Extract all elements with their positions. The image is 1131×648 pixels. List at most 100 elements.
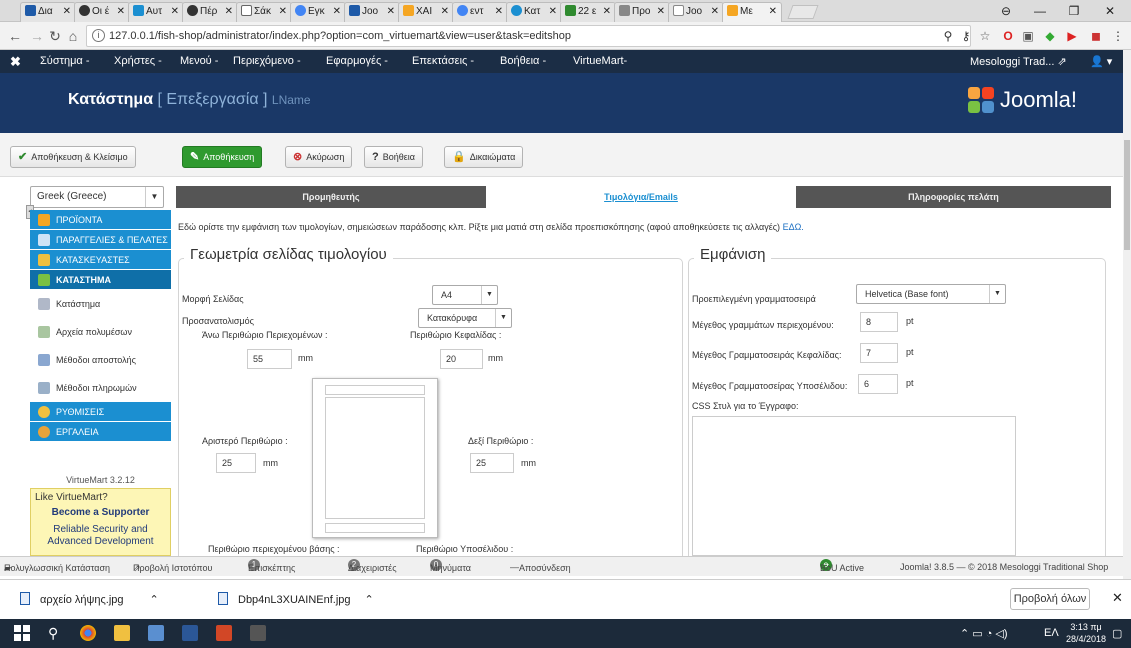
menu-icon[interactable]: ⋮	[1110, 28, 1126, 44]
maximize-icon[interactable]: ❐	[1058, 0, 1090, 22]
close-icon[interactable]: ✕	[279, 3, 287, 21]
sidebar-item-shipment[interactable]: Μέθοδοι αποστολής	[30, 346, 171, 374]
close-icon[interactable]: ✕	[387, 3, 395, 21]
tab-customer-info[interactable]: Πληροφορίες πελάτη	[796, 186, 1111, 208]
browser-tab[interactable]: Joo ✕	[344, 2, 400, 22]
chrome-icon[interactable]	[80, 625, 96, 641]
header-margin-input[interactable]: 20	[440, 349, 483, 369]
joomla-icon[interactable]: ✖	[10, 54, 21, 70]
zoom-icon[interactable]: ⚲	[940, 28, 956, 44]
close-icon[interactable]: ✕	[171, 3, 179, 21]
sidebar-item-payment[interactable]: Μέθοδοι πληρωμών	[30, 374, 171, 402]
tab-invoices[interactable]: Τιμολόγια/Emails	[486, 186, 796, 208]
browser-tab[interactable]: Αυτ ✕	[128, 2, 184, 22]
right-margin-input[interactable]: 25	[470, 453, 514, 473]
save-button[interactable]: ✎ Αποθήκευση	[182, 146, 263, 168]
back-icon[interactable]: ←	[6, 27, 24, 45]
windows-start-icon[interactable]	[14, 625, 30, 641]
close-icon[interactable]: ✕	[657, 3, 665, 21]
home-icon[interactable]: ⌂	[64, 27, 82, 45]
page-format-select[interactable]: A4 ▼	[432, 285, 498, 305]
notifications-icon[interactable]: ▢	[1112, 627, 1122, 640]
close-icon[interactable]: ✕	[769, 3, 777, 21]
tray-icons[interactable]: ⌃ ▭ ◔ ◁)	[960, 627, 1008, 640]
sidebar-item-shop[interactable]: ΚΑΤΑΣΤΗΜΑ	[30, 270, 171, 290]
logout-link[interactable]: — Αποσύνδεση	[510, 558, 571, 576]
show-all-downloads-button[interactable]: Προβολή όλων	[1010, 588, 1090, 610]
extension-icon[interactable]: ◼	[1088, 28, 1104, 44]
reload-icon[interactable]: ↻	[46, 27, 64, 45]
user-icon[interactable]: 👤 ▾	[1090, 55, 1112, 68]
app-icon[interactable]	[250, 625, 266, 641]
browser-tab[interactable]: Οι έ ✕	[74, 2, 130, 22]
menu-help[interactable]: Βοήθεια -	[500, 55, 546, 67]
site-link[interactable]: Mesologgi Trad... ⇗	[970, 55, 1067, 68]
become-supporter-link[interactable]: Become a Supporter	[31, 507, 170, 518]
browser-tab[interactable]: Joo ✕	[668, 2, 724, 22]
help-button[interactable]: ? Βοήθεια	[364, 146, 423, 168]
photos-icon[interactable]	[182, 625, 198, 641]
browser-tab-active[interactable]: Με ✕	[722, 2, 782, 22]
default-font-select[interactable]: Helvetica (Base font) ▼	[856, 284, 1006, 304]
sidebar-item-media[interactable]: Αρχεία πολυμέσων	[30, 318, 171, 346]
close-icon[interactable]: ✕	[333, 3, 341, 21]
browser-tab[interactable]: Προ ✕	[614, 2, 670, 22]
css-style-textarea[interactable]	[692, 416, 1016, 556]
new-tab-button[interactable]	[787, 5, 819, 19]
extension-icon[interactable]: ◆	[1042, 28, 1058, 44]
close-icon[interactable]: ✕	[495, 3, 503, 21]
browser-tab[interactable]: Εγκ ✕	[290, 2, 346, 22]
browser-tab[interactable]: Πέρ ✕	[182, 2, 238, 22]
menu-content[interactable]: Περιεχόμενο -	[233, 55, 301, 67]
close-window-icon[interactable]: ✕	[1094, 0, 1126, 22]
profile-icon[interactable]: ⊖	[990, 0, 1022, 22]
key-icon[interactable]: ⚷	[958, 28, 974, 44]
menu-virtuemart[interactable]: VirtueMart-	[573, 55, 627, 67]
browser-tab[interactable]: 22 ε ✕	[560, 2, 616, 22]
cancel-button[interactable]: ⊗ Ακύρωση	[285, 146, 353, 168]
info-icon[interactable]: i	[92, 29, 105, 42]
close-downloads-icon[interactable]: ✕	[1112, 590, 1123, 606]
browser-tab[interactable]: Σάκ ✕	[236, 2, 292, 22]
close-icon[interactable]: ✕	[117, 3, 125, 21]
file-explorer-icon[interactable]	[114, 625, 130, 641]
opera-icon[interactable]: O	[1000, 28, 1016, 44]
forward-icon[interactable]: →	[28, 27, 46, 45]
preview-link[interactable]: ΕΔΩ.	[783, 222, 804, 232]
browser-tab[interactable]: Δια ✕	[20, 2, 76, 22]
chevron-up-icon[interactable]: ⌃	[150, 594, 159, 606]
menu-extensions[interactable]: Επεκτάσεις -	[412, 55, 474, 67]
close-icon[interactable]: ✕	[63, 3, 71, 21]
content-font-size-input[interactable]: 8	[860, 312, 898, 332]
left-margin-input[interactable]: 25	[216, 453, 256, 473]
close-icon[interactable]: ✕	[711, 3, 719, 21]
header-font-size-input[interactable]: 7	[860, 343, 898, 363]
extension-icon[interactable]: ▶	[1064, 28, 1080, 44]
browser-tab[interactable]: Κατ ✕	[506, 2, 562, 22]
close-icon[interactable]: ✕	[441, 3, 449, 21]
app-icon[interactable]	[216, 625, 232, 641]
search-icon[interactable]: ⚲	[48, 625, 64, 641]
sidebar-item-store[interactable]: Κατάστημα	[30, 290, 171, 318]
input-language[interactable]: ΕΛ	[1044, 627, 1059, 639]
tab-vendor[interactable]: Προμηθευτής	[176, 186, 486, 208]
browser-tab[interactable]: εντ ✕	[452, 2, 508, 22]
sidebar-item-tools[interactable]: ΕΡΓΑΛΕΙΑ	[30, 422, 171, 442]
clock[interactable]: 3:13 πμ 28/4/2018	[1066, 621, 1106, 645]
footer-font-size-input[interactable]: 6	[858, 374, 898, 394]
permissions-button[interactable]: 🔒 Δικαιώματα	[444, 146, 524, 168]
sidebar-item-products[interactable]: ΠΡΟΪΟΝΤΑ	[30, 210, 171, 230]
minimize-icon[interactable]: —	[1024, 0, 1056, 22]
menu-users[interactable]: Χρήστες -	[114, 55, 162, 67]
menu-menus[interactable]: Μενού -	[180, 55, 218, 67]
save-close-button[interactable]: ✔ Αποθήκευση & Κλείσιμο	[10, 146, 136, 168]
close-icon[interactable]: ✕	[603, 3, 611, 21]
browser-tab[interactable]: ΧΑΙ ✕	[398, 2, 454, 22]
download-item[interactable]: Dbp4nL3XUAINEnf.jpg ⌃	[218, 592, 374, 606]
app-icon[interactable]	[148, 625, 164, 641]
sidebar-item-orders[interactable]: ΠΑΡΑΓΓΕΛΙΕΣ & ΠΕΛΑΤΕΣ	[30, 230, 171, 250]
extension-icon[interactable]: ▣	[1020, 28, 1036, 44]
close-icon[interactable]: ✕	[225, 3, 233, 21]
sidebar-item-manufacturers[interactable]: ΚΑΤΑΣΚΕΥΑΣΤΕΣ	[30, 250, 171, 270]
top-margin-input[interactable]: 55	[247, 349, 292, 369]
